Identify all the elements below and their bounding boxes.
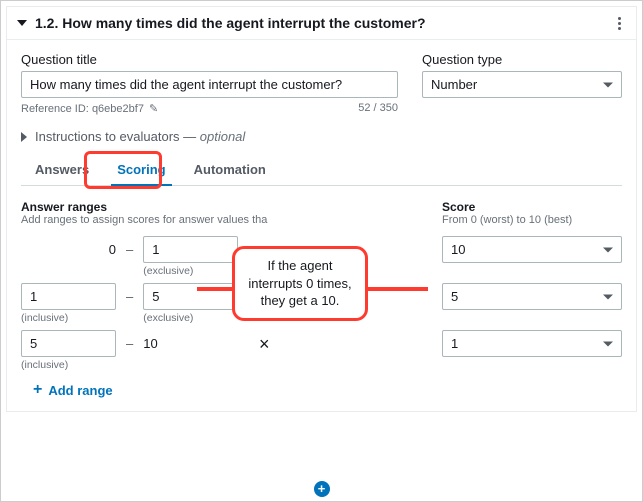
range-low-input[interactable] [21, 330, 116, 357]
panel-header[interactable]: 1.2. How many times did the agent interr… [7, 7, 636, 40]
kebab-menu-icon[interactable] [612, 17, 626, 30]
annotation-arm [197, 287, 232, 291]
range-low-incl: (inclusive) [21, 359, 116, 371]
tab-scoring[interactable]: Scoring [103, 154, 179, 185]
tab-answers[interactable]: Answers [21, 154, 103, 185]
score-select[interactable]: 5 [442, 283, 622, 310]
caret-right-icon [21, 132, 27, 142]
range-high-incl: (exclusive) [143, 312, 238, 324]
question-title-label: Question title [21, 52, 398, 67]
add-range-button[interactable]: + Add range [33, 381, 622, 399]
annotation-callout: If the agent interrupts 0 times, they ge… [232, 246, 368, 321]
pencil-icon[interactable]: ✎ [149, 103, 158, 115]
panel-title: 1.2. How many times did the agent interr… [35, 15, 612, 31]
score-select[interactable]: 1 [442, 330, 622, 357]
char-count: 52 / 350 [358, 102, 398, 115]
score-heading: Score [442, 200, 622, 214]
question-title-input[interactable] [21, 71, 398, 98]
plus-icon: + [33, 381, 42, 399]
range-high-static: 10 [143, 330, 238, 351]
caret-down-icon [17, 20, 27, 26]
range-row: (inclusive) – 10 × 1 [21, 330, 622, 371]
question-type-label: Question type [422, 52, 622, 67]
range-low-static: 0 [21, 236, 116, 257]
tabs: Answers Scoring Automation [21, 154, 622, 186]
annotation-arm [368, 287, 428, 291]
score-select[interactable]: 10 [442, 236, 622, 263]
instructions-toggle[interactable]: Instructions to evaluators — optional [21, 129, 622, 144]
add-circle-button[interactable]: + [314, 481, 330, 497]
range-high-input[interactable] [143, 236, 238, 263]
range-low-incl: (inclusive) [21, 312, 116, 324]
answer-ranges-desc: Add ranges to assign scores for answer v… [21, 214, 418, 226]
score-desc: From 0 (worst) to 10 (best) [442, 214, 622, 226]
question-type-select[interactable]: Number [422, 71, 622, 98]
remove-range-button[interactable]: × [248, 330, 280, 355]
range-high-incl: (exclusive) [143, 265, 238, 277]
reference-id[interactable]: Reference ID: q6ebe2bf7 ✎ [21, 102, 158, 115]
question-panel: 1.2. How many times did the agent interr… [6, 6, 637, 412]
answer-ranges-heading: Answer ranges [21, 200, 418, 214]
range-low-input[interactable] [21, 283, 116, 310]
tab-automation[interactable]: Automation [180, 154, 280, 185]
